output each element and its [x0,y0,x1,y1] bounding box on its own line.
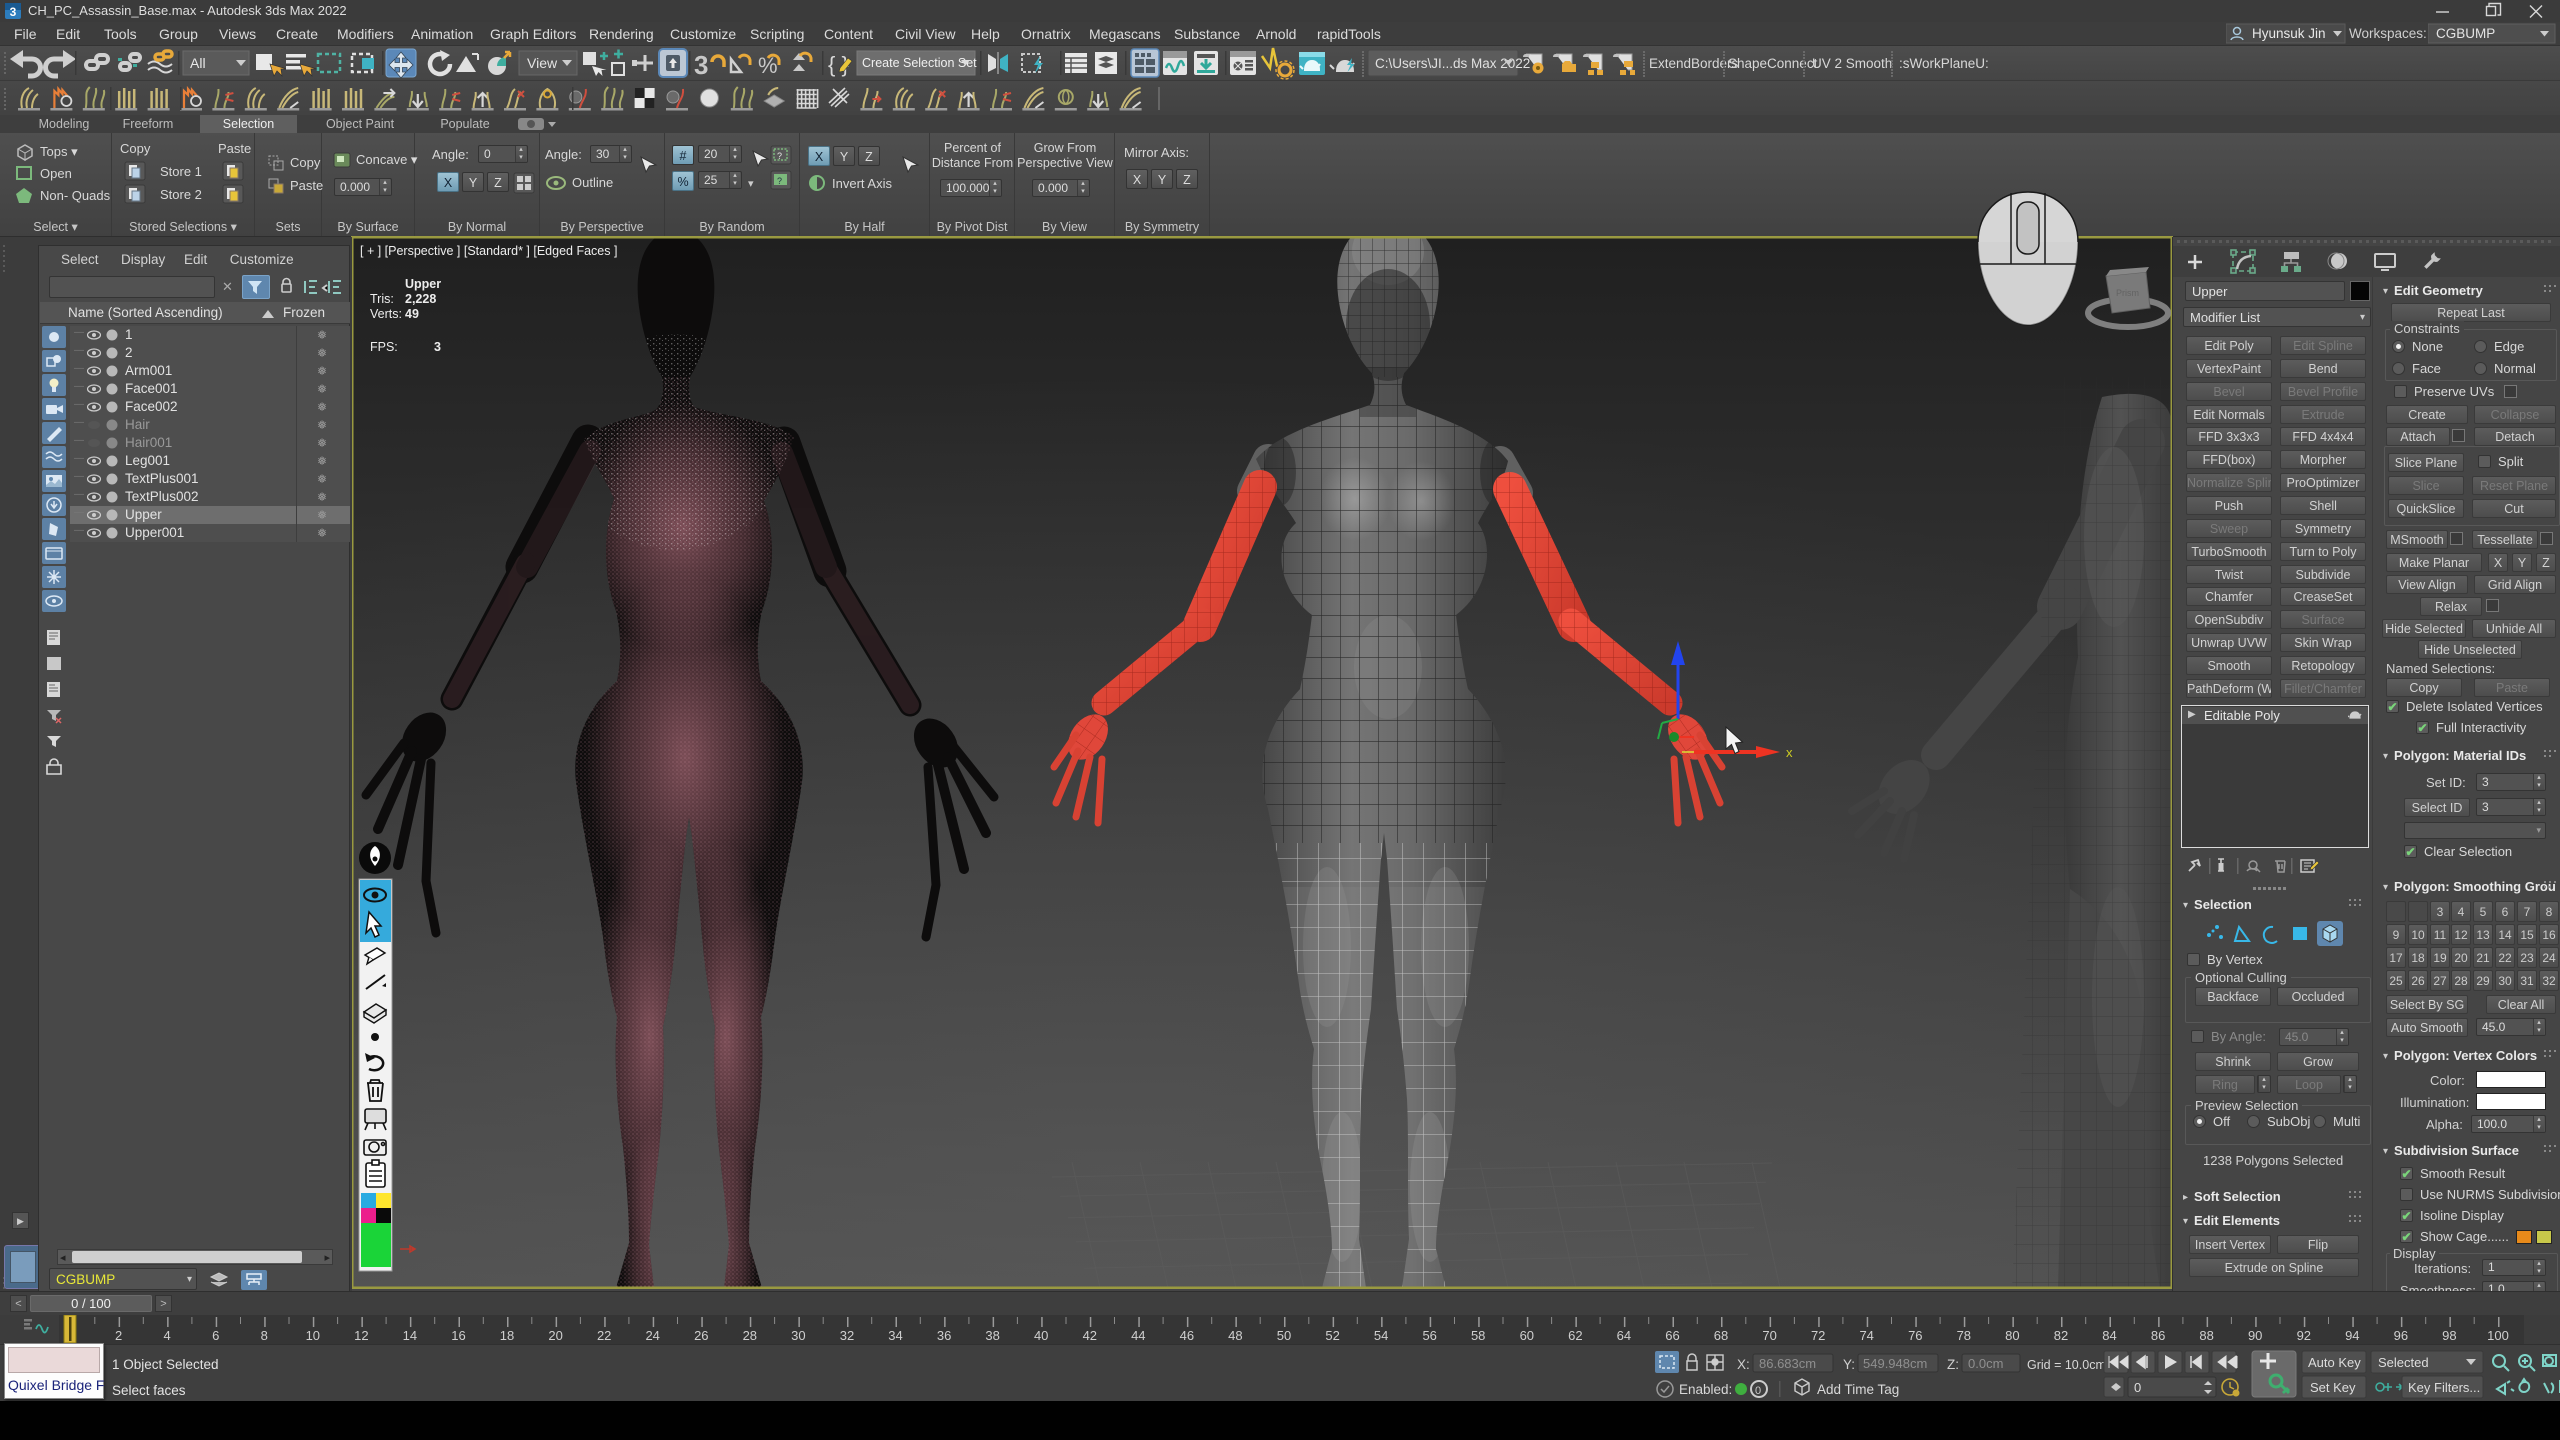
svg-text:14: 14 [403,1328,417,1343]
svg-text:Upper: Upper [405,277,441,291]
svg-text:92: 92 [2297,1328,2311,1343]
svg-text:94: 94 [2345,1328,2359,1343]
svg-text:Create Selection Set: Create Selection Set [862,56,977,70]
svg-text:84: 84 [2102,1328,2116,1343]
svg-text:18: 18 [500,1328,514,1343]
svg-text:100: 100 [2487,1328,2509,1343]
svg-text:6: 6 [212,1328,219,1343]
svg-text:48: 48 [1228,1328,1242,1343]
svg-text:Auto Key: Auto Key [2308,1355,2361,1370]
svg-text:CGBUMP: CGBUMP [2436,26,2495,41]
svg-text:?: ? [777,151,782,161]
svg-text:0: 0 [2134,1380,2141,1395]
svg-text:86.683cm: 86.683cm [1759,1356,1816,1371]
svg-text:Set Key: Set Key [2310,1380,2356,1395]
svg-text:549.948cm: 549.948cm [1863,1356,1927,1371]
svg-text:ExtendBorders: ExtendBorders [1649,56,1739,71]
svg-text:88: 88 [2199,1328,2213,1343]
svg-text:Selected: Selected [2378,1355,2429,1370]
svg-text:Key Filters...: Key Filters... [2408,1380,2480,1395]
svg-text:74: 74 [1859,1328,1873,1343]
svg-text:Z:: Z: [1947,1357,1959,1372]
svg-text:52: 52 [1325,1328,1339,1343]
svg-text:FPS:: FPS: [370,340,398,354]
svg-text:0: 0 [1755,1385,1761,1397]
svg-text:?: ? [777,176,782,186]
svg-text:76: 76 [1908,1328,1922,1343]
svg-text:70: 70 [1762,1328,1776,1343]
svg-text:64: 64 [1617,1328,1631,1343]
svg-text:Verts:: Verts: [370,307,402,321]
svg-text:54: 54 [1374,1328,1388,1343]
svg-text:42: 42 [1083,1328,1097,1343]
svg-text:49: 49 [405,307,419,321]
svg-text:78: 78 [1957,1328,1971,1343]
svg-text:10: 10 [306,1328,320,1343]
svg-text::sWorkPlaneU:: :sWorkPlaneU: [1899,56,1989,71]
svg-text:Add Time Tag: Add Time Tag [1817,1382,1899,1397]
svg-text:X:: X: [1737,1357,1750,1372]
svg-text:72: 72 [1811,1328,1825,1343]
svg-text:30: 30 [791,1328,805,1343]
svg-text:2,228: 2,228 [405,292,436,306]
svg-text:80: 80 [2005,1328,2019,1343]
svg-text:50: 50 [1277,1328,1291,1343]
svg-text:38: 38 [985,1328,999,1343]
svg-text:60: 60 [1520,1328,1534,1343]
svg-text:Grid = 10.0cm: Grid = 10.0cm [2027,1358,2106,1372]
svg-text:Hyunsuk Jin: Hyunsuk Jin [2252,26,2326,41]
svg-text:UV 2 Smooth: UV 2 Smooth [1812,56,1892,71]
svg-text:Prism: Prism [2116,288,2139,298]
svg-text:12: 12 [354,1328,368,1343]
svg-text:46: 46 [1180,1328,1194,1343]
svg-text:56: 56 [1422,1328,1436,1343]
svg-text:58: 58 [1471,1328,1485,1343]
svg-text:2: 2 [115,1328,122,1343]
svg-text:24: 24 [645,1328,659,1343]
svg-text:90: 90 [2248,1328,2262,1343]
svg-text:36: 36 [937,1328,951,1343]
svg-text:68: 68 [1714,1328,1728,1343]
svg-text:98: 98 [2442,1328,2456,1343]
svg-text:32: 32 [840,1328,854,1343]
svg-text:3: 3 [434,340,441,354]
svg-text:82: 82 [2054,1328,2068,1343]
svg-text:26: 26 [694,1328,708,1343]
svg-text:66: 66 [1665,1328,1679,1343]
svg-text:View: View [527,55,558,71]
svg-text:0.0cm: 0.0cm [1968,1356,2003,1371]
svg-text:16: 16 [451,1328,465,1343]
svg-text:20: 20 [548,1328,562,1343]
svg-text:x: x [1786,745,1793,760]
svg-text:Y:: Y: [1843,1357,1855,1372]
svg-text:Tris:: Tris: [370,292,394,306]
svg-text:3: 3 [10,5,17,19]
svg-text:40: 40 [1034,1328,1048,1343]
svg-text:8: 8 [261,1328,268,1343]
svg-text:4: 4 [163,1328,170,1343]
svg-text:86: 86 [2151,1328,2165,1343]
svg-text:22: 22 [597,1328,611,1343]
svg-text:62: 62 [1568,1328,1582,1343]
svg-text:28: 28 [743,1328,757,1343]
svg-text:Enabled:: Enabled: [1679,1382,1732,1397]
svg-text:[ + ] [Perspective ] [Standard: [ + ] [Perspective ] [Standard* ] [Edged… [360,244,617,258]
svg-text:44: 44 [1131,1328,1145,1343]
svg-text:3: 3 [694,50,708,80]
svg-text:34: 34 [888,1328,902,1343]
svg-text:All: All [190,55,206,71]
svg-text:96: 96 [2394,1328,2408,1343]
